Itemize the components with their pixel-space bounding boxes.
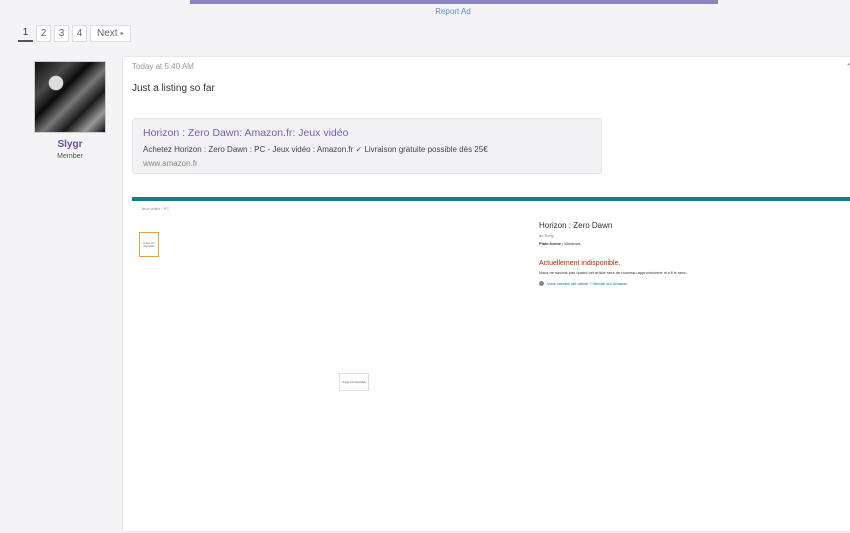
page-2-button[interactable]: 2 bbox=[36, 25, 51, 42]
sell-link-text: Vous vendez cet article ? Vendre sur Ama… bbox=[547, 281, 628, 286]
link-preview-card[interactable]: Horizon : Zero Dawn: Amazon.fr: Jeux vid… bbox=[132, 118, 602, 174]
product-brand[interactable]: de Sony bbox=[539, 233, 839, 238]
next-label: Next bbox=[97, 28, 118, 39]
image-placeholder: Image non disponible bbox=[339, 373, 369, 391]
post-timestamp[interactable]: Today at 5:40 AM bbox=[132, 62, 194, 71]
thumbnail-text: Image non disponible bbox=[143, 241, 155, 248]
page-1-button[interactable]: 1 bbox=[18, 25, 33, 42]
product-info: Horizon : Zero Dawn de Sony Plate-forme … bbox=[539, 221, 839, 287]
user-role: Member bbox=[57, 153, 83, 160]
location-icon bbox=[539, 281, 544, 287]
image-placeholder-text: Image non disponible bbox=[342, 380, 366, 384]
link-preview-description: Achetez Horizon : Zero Dawn : PC - Jeux … bbox=[143, 145, 488, 154]
pagination: 1 2 3 4 Next ▸ bbox=[18, 25, 131, 42]
embed-header-bar bbox=[132, 197, 850, 201]
post-text: Just a listing so far bbox=[132, 83, 215, 94]
availability-status: Actuellement indisponible. bbox=[539, 260, 621, 267]
ad-banner[interactable] bbox=[190, 0, 718, 4]
page-4-button[interactable]: 4 bbox=[72, 25, 87, 42]
link-preview-domain: www.amazon.fr bbox=[143, 159, 198, 168]
availability-note: Nous ne savons pas quand cet article ser… bbox=[539, 270, 687, 275]
page-3-button[interactable]: 3 bbox=[54, 25, 69, 42]
report-ad-link[interactable]: Report Ad bbox=[0, 7, 850, 16]
next-page-button[interactable]: Next ▸ bbox=[90, 25, 131, 42]
product-platform: Plate-forme | Windows bbox=[539, 241, 581, 246]
username-link[interactable]: Slygr bbox=[34, 139, 106, 150]
post-body: Today at 5:40 AM • Just a listing so far… bbox=[123, 57, 850, 531]
embed-breadcrumb[interactable]: Jeux vidéo › PC bbox=[141, 206, 850, 211]
chevron-right-icon: ▸ bbox=[120, 31, 124, 37]
avatar[interactable] bbox=[34, 61, 106, 133]
platform-label: Plate-forme bbox=[539, 241, 562, 246]
link-preview-title[interactable]: Horizon : Zero Dawn: Amazon.fr: Jeux vid… bbox=[143, 127, 591, 139]
platform-value: Windows bbox=[564, 241, 581, 246]
sell-on-amazon-link[interactable]: Vous vendez cet article ? Vendre sur Ama… bbox=[539, 281, 839, 287]
post-author: Slygr Member bbox=[34, 61, 106, 160]
embedded-amazon-page: Jeux vidéo › PC Image non disponible Hor… bbox=[132, 197, 850, 531]
product-thumbnail[interactable]: Image non disponible bbox=[139, 232, 159, 257]
product-title: Horizon : Zero Dawn bbox=[539, 221, 613, 230]
